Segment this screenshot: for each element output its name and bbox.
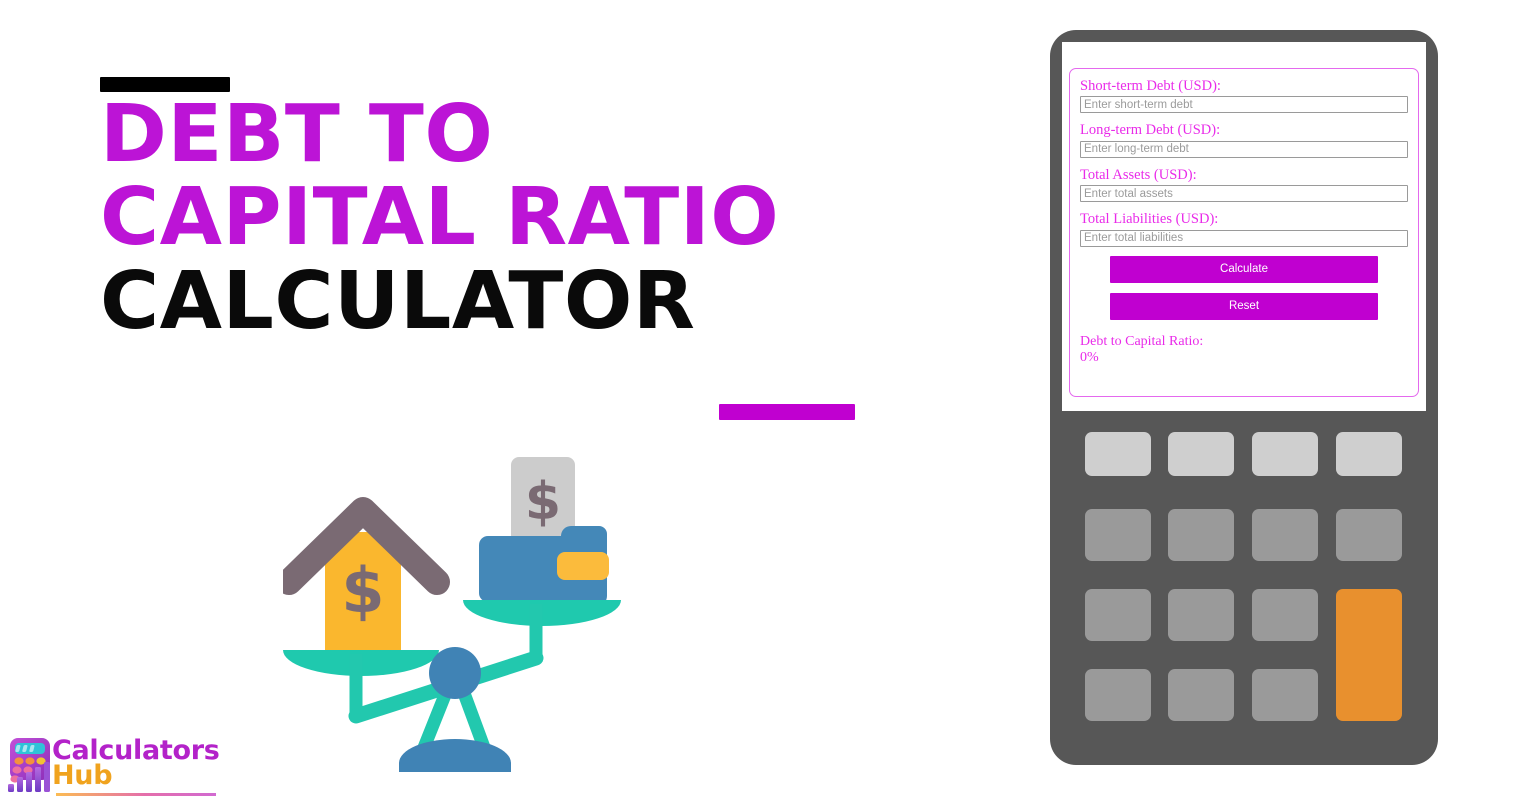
label-total-assets: Total Assets (USD): bbox=[1080, 166, 1197, 183]
keypad-key-r3c1[interactable] bbox=[1085, 589, 1151, 641]
balance-scale-illustration: $ $ bbox=[276, 452, 633, 777]
promo-panel: DEBT TO CAPITAL RATIO CALCULATOR $ $ Cal… bbox=[0, 0, 1020, 800]
label-short-term-debt: Short-term Debt (USD): bbox=[1080, 78, 1221, 94]
decor-rule-bottom bbox=[719, 404, 855, 420]
keypad-key-r3c3[interactable] bbox=[1252, 589, 1318, 641]
headline-line-2: CAPITAL RATIO bbox=[100, 171, 780, 264]
total-liabilities-input[interactable] bbox=[1080, 229, 1408, 247]
total-assets-input[interactable] bbox=[1080, 185, 1408, 203]
device-keypad bbox=[1085, 432, 1405, 730]
keypad-key-r1c3[interactable] bbox=[1252, 432, 1318, 476]
keypad-key-r4c2[interactable] bbox=[1168, 669, 1234, 721]
debt-to-capital-ratio-calculator-panel: Short-term Debt (USD): Long-term Debt (U… bbox=[1069, 68, 1419, 397]
svg-text:$: $ bbox=[341, 554, 384, 627]
short-term-debt-input[interactable] bbox=[1080, 96, 1408, 114]
brand-logo-underline bbox=[56, 793, 216, 796]
keypad-key-r2c3[interactable] bbox=[1252, 509, 1318, 561]
reset-button[interactable]: Reset bbox=[1110, 292, 1378, 320]
brand-logo[interactable]: Calculators Hub bbox=[4, 736, 220, 798]
scale-pan-left bbox=[283, 650, 439, 716]
keypad-key-r3c2[interactable] bbox=[1168, 589, 1234, 641]
svg-text:$: $ bbox=[525, 472, 561, 532]
result-value: 0% bbox=[1080, 349, 1099, 365]
result-block: Debt to Capital Ratio: 0% bbox=[1080, 334, 1408, 366]
keypad-key-r4c1[interactable] bbox=[1085, 669, 1151, 721]
keypad-key-r1c4[interactable] bbox=[1336, 432, 1402, 476]
headline-line-1: DEBT TO bbox=[100, 88, 494, 180]
scale-pan-right bbox=[463, 600, 621, 662]
keypad-key-equals-accent[interactable] bbox=[1336, 589, 1402, 721]
label-total-liabilities: Total Liabilities (USD): bbox=[1080, 211, 1219, 228]
headline-line-3: CALCULATOR bbox=[100, 254, 696, 347]
label-long-term-debt: Long-term Debt (USD): bbox=[1080, 122, 1221, 139]
brand-logo-text: Calculators Hub bbox=[52, 737, 220, 792]
keypad-key-r4c3[interactable] bbox=[1252, 669, 1318, 721]
wallet-icon bbox=[479, 526, 609, 606]
keypad-key-r1c1[interactable] bbox=[1085, 432, 1151, 476]
keypad-key-r2c4[interactable] bbox=[1336, 509, 1402, 561]
long-term-debt-input[interactable] bbox=[1080, 140, 1408, 158]
scale-pivot bbox=[429, 647, 481, 699]
keypad-key-r2c2[interactable] bbox=[1168, 509, 1234, 561]
calculate-button[interactable]: Calculate bbox=[1110, 255, 1378, 283]
house-icon: $ bbox=[276, 497, 450, 657]
keypad-key-r1c2[interactable] bbox=[1168, 432, 1234, 476]
brand-word-hub: Hub bbox=[52, 760, 113, 792]
page-title: DEBT TO CAPITAL RATIO CALCULATOR bbox=[100, 94, 980, 340]
result-label: Debt to Capital Ratio: bbox=[1080, 333, 1204, 349]
keypad-key-r2c1[interactable] bbox=[1085, 509, 1151, 561]
